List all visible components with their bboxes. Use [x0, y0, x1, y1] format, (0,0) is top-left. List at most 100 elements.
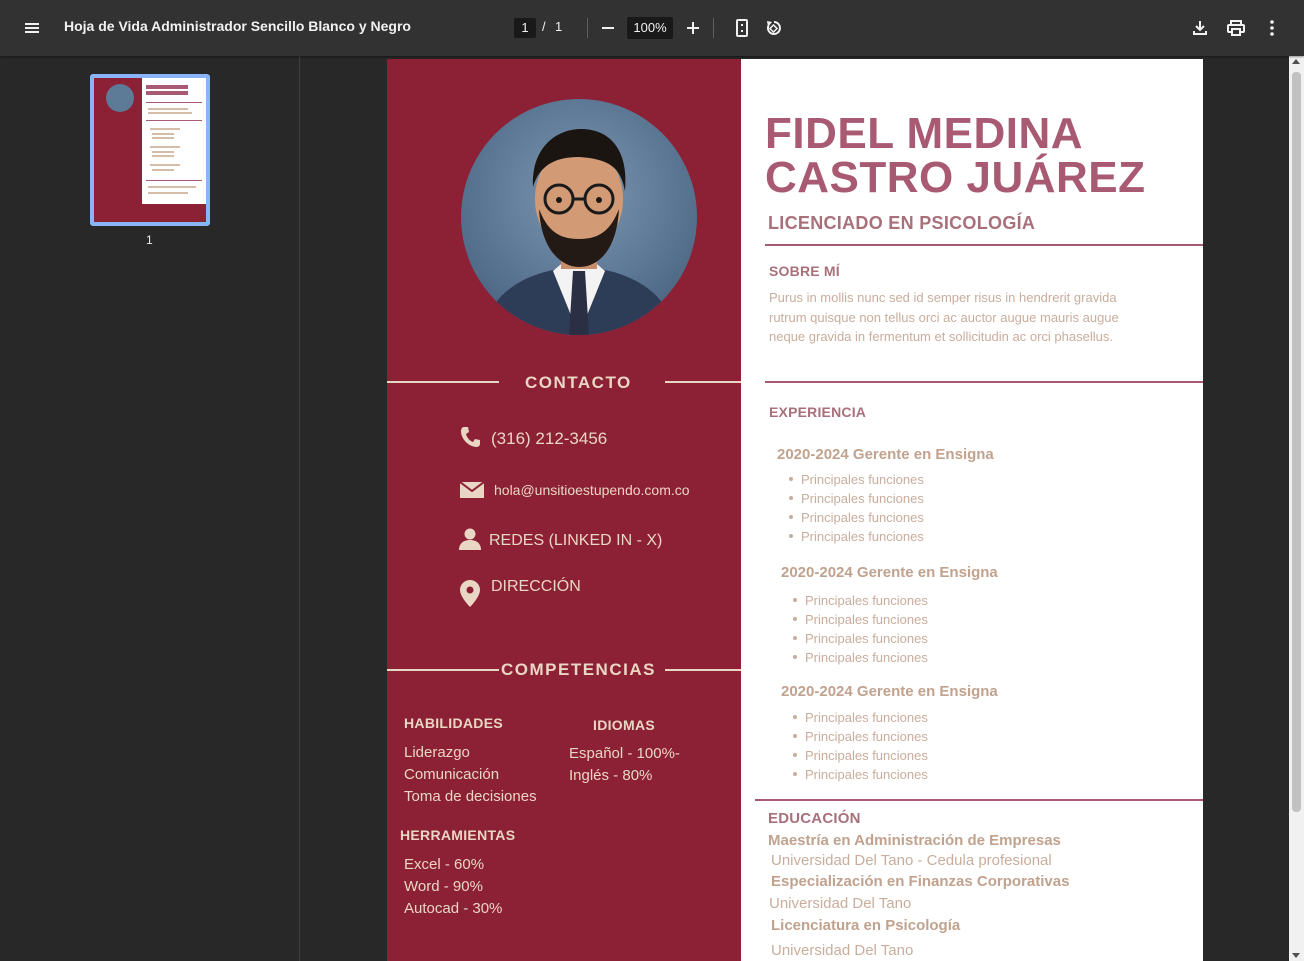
user-icon: [459, 528, 481, 550]
job-title: 2020-2024 Gerente en Ensigna: [781, 683, 998, 700]
job-duties-list: Principales funciones Principales funcio…: [787, 470, 924, 546]
profile-photo: [461, 99, 697, 335]
idiomas-list: Español - 100%- Inglés - 80%: [569, 743, 680, 787]
job-duty: Principales funciones: [787, 508, 924, 527]
page-separator: /: [542, 19, 546, 34]
thumbnail-text: [148, 112, 192, 114]
herramientas-list: Excel - 60% Word - 90% Autocad - 30%: [404, 854, 502, 920]
experience-rule: [755, 799, 1203, 801]
job-duty: Principales funciones: [791, 727, 928, 746]
print-button[interactable]: [1224, 16, 1248, 40]
job-duty: Principales funciones: [791, 610, 928, 629]
thumbnail-divider: [146, 102, 202, 103]
contact-social: REDES (LINKED IN - X): [489, 532, 663, 549]
thumbnail-text: [152, 137, 174, 139]
menu-icon[interactable]: [20, 16, 44, 40]
thumbnail-text: [150, 128, 180, 130]
total-pages: 1: [555, 19, 563, 34]
thumbnail-text: [152, 155, 174, 157]
thumbnail-text: [148, 108, 188, 110]
experiencia-heading: EXPERIENCIA: [769, 404, 867, 420]
about-rule: [765, 381, 1203, 383]
profession-rule: [765, 244, 1203, 246]
habilidades-heading: HABILIDADES: [404, 715, 503, 731]
scrollbar-thumb[interactable]: [1292, 72, 1301, 812]
job-title: 2020-2024 Gerente en Ensigna: [777, 446, 994, 463]
job-duty: Principales funciones: [791, 708, 928, 727]
thumbnail-title: [146, 85, 206, 99]
more-options-button[interactable]: [1260, 16, 1284, 40]
competencias-heading: COMPETENCIAS: [501, 660, 656, 679]
job-duties-list: Principales funciones Principales funcio…: [791, 591, 928, 667]
toolbar-divider: [587, 18, 588, 38]
edu-degree: Maestría en Administración de Empresas: [768, 832, 1061, 849]
contacto-rule-right: [665, 381, 741, 383]
thumbnail-footer: [94, 204, 206, 222]
page-number-input[interactable]: 1: [514, 18, 536, 38]
thumbnail-text: [148, 186, 196, 188]
rotate-button[interactable]: [762, 16, 786, 40]
edu-school: Universidad Del Tano: [769, 895, 912, 912]
habilidad-item: Toma de decisiones: [404, 788, 537, 805]
phone-icon: [461, 427, 480, 447]
thumbnail-divider: [146, 180, 202, 181]
job-duty: Principales funciones: [787, 470, 924, 489]
zoom-level-input[interactable]: 100%: [627, 17, 673, 39]
habilidad-item: Liderazgo: [404, 744, 470, 761]
edu-degree: Especialización en Finanzas Corporativas: [771, 873, 1070, 890]
job-duty: Principales funciones: [791, 746, 928, 765]
contacto-heading: CONTACTO: [525, 373, 632, 392]
thumbnail-text: [150, 146, 180, 148]
scroll-up-arrow[interactable]: [1292, 59, 1300, 64]
download-button[interactable]: [1188, 16, 1212, 40]
zoom-out-button[interactable]: [596, 16, 620, 40]
contact-phone: (316) 212-3456: [491, 429, 608, 448]
competencias-rule-right: [665, 669, 741, 671]
contacto-rule-left: [387, 381, 499, 383]
job-title: 2020-2024 Gerente en Ensigna: [781, 564, 998, 581]
document-viewer[interactable]: CONTACTO (316) 212-3456 hola@unsitioestu…: [301, 56, 1289, 961]
resume-page: CONTACTO (316) 212-3456 hola@unsitioestu…: [387, 59, 1203, 961]
competencias-rule-left: [387, 669, 499, 671]
resume-name: FIDEL MEDINA CASTRO JUÁREZ: [765, 112, 1195, 200]
thumbnail-text: [152, 133, 174, 135]
zoom-in-button[interactable]: [681, 16, 705, 40]
resume-left-column: CONTACTO (316) 212-3456 hola@unsitioestu…: [387, 59, 741, 961]
job-duty: Principales funciones: [791, 765, 928, 784]
habilidades-list: Liderazgo Comunicación Toma de decisione…: [404, 742, 537, 808]
vertical-scrollbar[interactable]: [1289, 56, 1304, 961]
thumbnail-text: [152, 169, 174, 171]
page-thumbnail[interactable]: [90, 74, 210, 226]
edu-school: Universidad Del Tano: [771, 942, 914, 959]
document-title: Hoja de Vida Administrador Sencillo Blan…: [64, 18, 411, 34]
herramienta-item: Excel - 60%: [404, 856, 485, 873]
job-duty: Principales funciones: [791, 648, 928, 667]
pdf-toolbar: Hoja de Vida Administrador Sencillo Blan…: [0, 0, 1304, 56]
idiomas-heading: IDIOMAS: [593, 717, 655, 733]
fit-page-icon: [736, 19, 748, 37]
idioma-item: Inglés - 80%: [569, 767, 653, 784]
scroll-down-arrow[interactable]: [1292, 953, 1300, 958]
thumbnail-photo: [106, 84, 134, 112]
plus-icon: [687, 22, 699, 34]
contact-address: DIRECCIÓN: [491, 578, 581, 595]
print-icon: [1227, 20, 1245, 36]
sobre-mi-heading: SOBRE MÍ: [769, 263, 840, 279]
thumbnail-text: [148, 192, 188, 194]
fit-page-button[interactable]: [730, 16, 754, 40]
herramientas-heading: HERRAMIENTAS: [400, 827, 516, 843]
job-duties-list: Principales funciones Principales funcio…: [791, 708, 928, 784]
thumbnail-page-label: 1: [146, 233, 153, 247]
educacion-heading: EDUCACIÓN: [768, 810, 861, 827]
name-line-2: CASTRO JUÁREZ: [765, 153, 1146, 202]
idioma-item: Español - 100%-: [569, 745, 680, 762]
thumbnail-text: [152, 151, 174, 153]
edu-degree: Licenciatura en Psicología: [771, 917, 961, 934]
resume-profession: LICENCIADO EN PSICOLOGÍA: [768, 213, 1036, 233]
sobre-mi-text: Purus in mollis nunc sed id semper risus…: [769, 290, 1119, 344]
thumbnail-text: [150, 164, 180, 166]
email-icon: [460, 482, 484, 498]
name-line-1: FIDEL MEDINA: [765, 109, 1084, 158]
rotate-icon: [766, 21, 781, 35]
person-portrait: [481, 129, 677, 335]
